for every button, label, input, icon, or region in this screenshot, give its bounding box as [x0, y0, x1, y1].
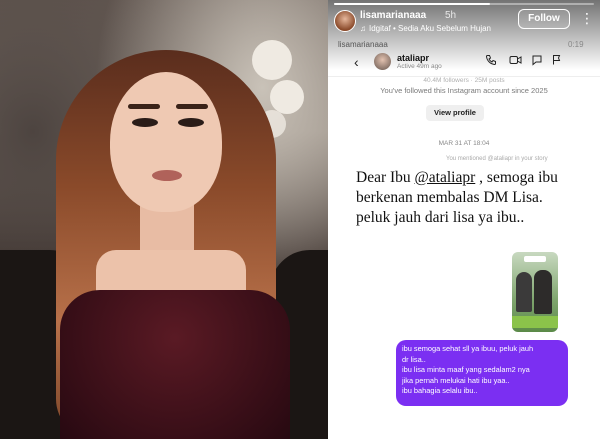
- eye-left: [132, 118, 158, 127]
- flower-decoration: [270, 80, 304, 114]
- story-username[interactable]: lisamarianaaa: [360, 10, 426, 21]
- story-music[interactable]: ♫ Idgitaf • Sedia Aku Sebelum Hujan: [360, 24, 491, 33]
- follow-button[interactable]: Follow: [518, 9, 570, 29]
- story-progress-bar: [334, 3, 594, 5]
- photo-banner: [512, 316, 558, 328]
- face: [110, 72, 222, 212]
- bubble-line: ibu bahagia selalu ibu..: [402, 386, 478, 395]
- mention-handle[interactable]: @ataliapr: [415, 169, 476, 186]
- view-profile-button[interactable]: View profile: [426, 105, 484, 121]
- followed-since: You've followed this Instagram account s…: [380, 86, 548, 95]
- photo-person-right: [534, 270, 552, 314]
- phone-icon[interactable]: [484, 54, 498, 68]
- story-avatar[interactable]: [334, 10, 356, 32]
- instagram-story[interactable]: lisamarianaaa 5h ♫ Idgitaf • Sedia Aku Se…: [328, 0, 600, 439]
- photo-message[interactable]: [512, 252, 558, 332]
- eyebrow-left: [128, 104, 160, 109]
- story-caption-message: Dear Ibu @ataliapr , semoga ibu berkenan…: [356, 168, 566, 228]
- back-icon[interactable]: ‹: [354, 54, 359, 70]
- story-time-ago: 5h: [445, 10, 457, 21]
- music-title: Idgitaf • Sedia Aku Sebelum Hujan: [369, 24, 491, 33]
- followers-line: 40.4M followers · 25M posts: [423, 77, 505, 84]
- flag-icon[interactable]: [550, 54, 564, 68]
- video-icon[interactable]: [508, 54, 522, 68]
- eye-right: [178, 118, 204, 127]
- velvet-dress: [60, 290, 290, 439]
- sent-message-bubble[interactable]: ibu semoga sehat sll ya ibuu, peluk jauh…: [396, 340, 568, 406]
- lips: [152, 170, 182, 181]
- dm-header: ‹ ataliapr Active 49m ago: [328, 50, 600, 77]
- story-watermark: lisamarianaaa: [338, 40, 388, 49]
- mention-note: You mentioned @ataliapr in your story: [446, 156, 548, 162]
- dm-contact-status: Active 49m ago: [397, 63, 442, 70]
- bubble-line: ibu lisa minta maaf yang sedalam2 nya: [402, 365, 530, 374]
- bubble-line: jika pernah melukai hati ibu yaa..: [402, 375, 510, 385]
- dm-contact-name[interactable]: ataliapr: [397, 53, 429, 63]
- bubble-line: dr lisa..: [402, 354, 426, 364]
- bubble-line: ibu semoga sehat sll ya ibuu, peluk jauh: [402, 344, 534, 353]
- portrait-photo: [0, 0, 328, 439]
- eyebrow-right: [176, 104, 208, 109]
- dm-contact-avatar[interactable]: [374, 53, 391, 70]
- tag-icon[interactable]: [530, 54, 544, 68]
- photo-logo: [524, 256, 546, 262]
- music-note-icon: ♫: [360, 24, 366, 33]
- more-vertical-icon[interactable]: ⋮: [580, 10, 594, 26]
- story-progress-fill: [334, 3, 490, 5]
- flower-decoration: [252, 40, 292, 80]
- message-date: MAR 31 AT 18:04: [438, 140, 490, 147]
- photo-person-left: [516, 272, 532, 312]
- story-clock: 0:19: [568, 40, 584, 49]
- message-prefix: Dear Ibu: [356, 169, 415, 186]
